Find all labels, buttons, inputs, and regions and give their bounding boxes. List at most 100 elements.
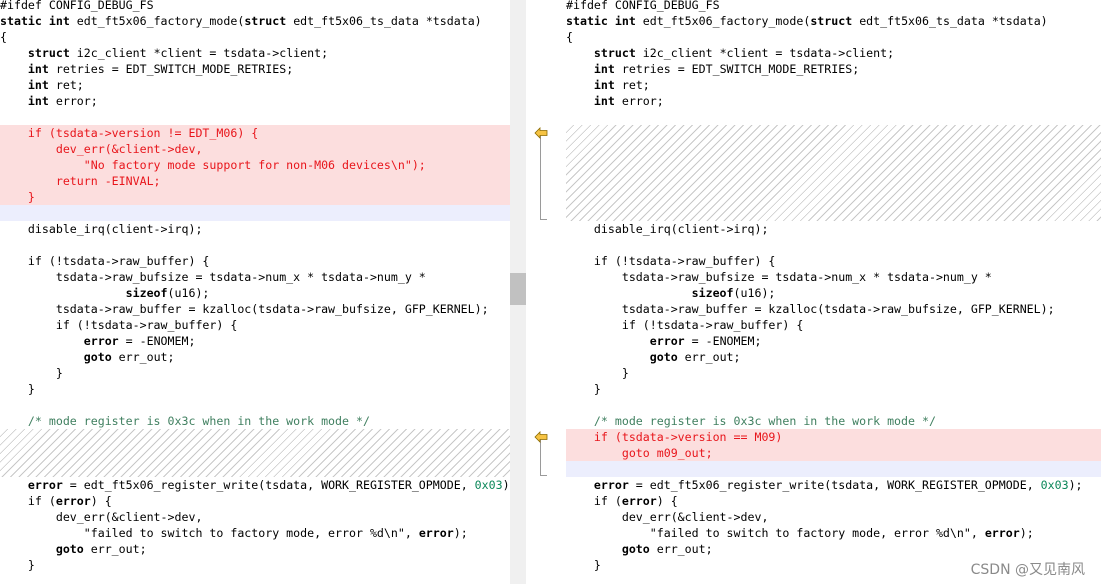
code-token: goto [649, 350, 678, 364]
code-token: } [0, 190, 35, 204]
code-line: struct i2c_client *client = tsdata->clie… [0, 45, 510, 61]
right-code-pane[interactable]: #ifdef CONFIG_DEBUG_FS static int edt_ft5… [566, 0, 1101, 584]
code-token: "failed to switch to factory mode, error… [0, 526, 419, 540]
code-token: sizeof [125, 286, 168, 300]
code-line: "No factory mode support for non-M06 dev… [0, 157, 510, 173]
code-token: int [593, 94, 615, 108]
code-token: static int [566, 14, 636, 28]
code-token: (u16); [733, 286, 776, 300]
code-line: disable_irq(client->irq); [0, 221, 510, 237]
code-token: error [83, 334, 119, 348]
code-token: ret; [48, 78, 84, 92]
code-token: disable_irq(client->irq); [0, 222, 203, 236]
code-line: if (!tsdata->raw_buffer) { [0, 253, 510, 269]
code-token: dev_err(&client->dev, [0, 142, 203, 156]
code-line: error = edt_ft5x06_register_write(tsdata… [0, 477, 510, 493]
code-token: #ifdef CONFIG_DEBUG_FS [566, 0, 720, 12]
code-line: tsdata->raw_bufsize = tsdata->num_x * ts… [566, 269, 1101, 285]
code-token: ) { [656, 494, 678, 508]
arrow-left-icon[interactable] [534, 431, 548, 443]
code-line: goto err_out; [566, 349, 1101, 365]
code-token: tsdata->raw_buffer = kzalloc(tsdata->raw… [566, 302, 1055, 316]
code-line: tsdata->raw_buffer = kzalloc(tsdata->raw… [566, 301, 1101, 317]
code-token: int [593, 62, 615, 76]
code-token: err_out; [111, 350, 175, 364]
code-token: if (tsdata->version == M09) [566, 430, 783, 444]
code-token: error [418, 526, 454, 540]
code-token: "failed to switch to factory mode, error… [566, 526, 985, 540]
code-token: int [593, 78, 615, 92]
code-token: = edt_ft5x06_register_write(tsdata, WORK… [62, 478, 475, 492]
code-token: edt_ft5x06_factory_mode( [69, 14, 245, 28]
code-line: if (!tsdata->raw_buffer) { [566, 317, 1101, 333]
code-token: struct [593, 46, 636, 60]
code-line: goto m09_out; [566, 445, 1101, 461]
scrollbar-thumb[interactable] [510, 273, 526, 305]
left-code-pane[interactable]: #ifdef CONFIG_DEBUG_FS static int edt_ft5… [0, 0, 510, 584]
code-line: error = -ENOMEM; [0, 333, 510, 349]
code-token: error [593, 478, 629, 492]
code-line: tsdata->raw_buffer = kzalloc(tsdata->raw… [0, 301, 510, 317]
code-line: sizeof(u16); [566, 285, 1101, 301]
code-token: /* mode register is 0x3c when in the wor… [0, 414, 370, 428]
code-token: 0x03 [474, 478, 503, 492]
code-line: tsdata->raw_bufsize = tsdata->num_x * ts… [0, 269, 510, 285]
code-line: "failed to switch to factory mode, error… [566, 525, 1101, 541]
code-line: /* mode register is 0x3c when in the wor… [0, 413, 510, 429]
code-line: } [566, 381, 1101, 397]
code-line: { [0, 29, 510, 45]
code-token: int [27, 62, 49, 76]
code-token: } [566, 366, 629, 380]
code-token: int [27, 78, 49, 92]
code-line: } [0, 365, 510, 381]
code-line: } [0, 557, 510, 573]
code-token: error [27, 478, 63, 492]
code-line: int retries = EDT_SWITCH_MODE_RETRIES; [0, 61, 510, 77]
code-line: if (!tsdata->raw_buffer) { [0, 317, 510, 333]
code-token: struct [27, 46, 70, 60]
code-token: #ifdef CONFIG_DEBUG_FS [0, 0, 154, 12]
vertical-scrollbar[interactable] [510, 0, 526, 584]
code-line: goto err_out; [566, 541, 1101, 557]
code-line: static int edt_ft5x06_factory_mode(struc… [566, 13, 1101, 29]
code-line: return -EINVAL; [0, 173, 510, 189]
code-line: goto err_out; [0, 541, 510, 557]
code-line: } [0, 189, 510, 205]
code-token: = -ENOMEM; [118, 334, 196, 348]
code-line: if (tsdata->version == M09) [566, 429, 1101, 445]
code-token: ); [1019, 526, 1034, 540]
code-line: static int edt_ft5x06_factory_mode(struc… [0, 13, 510, 29]
code-line: int error; [0, 93, 510, 109]
arrow-left-icon[interactable] [534, 127, 548, 139]
code-token: error; [614, 94, 664, 108]
code-line: if (error) { [566, 493, 1101, 509]
code-token: tsdata->raw_bufsize = tsdata->num_x * ts… [0, 270, 426, 284]
code-token: error [649, 334, 685, 348]
code-token: int [27, 94, 49, 108]
code-line: int error; [566, 93, 1101, 109]
watermark-text: CSDN @又见南风 [968, 559, 1087, 579]
code-token: dev_err(&client->dev, [566, 510, 769, 524]
code-token: ret; [614, 78, 650, 92]
code-token: retries = EDT_SWITCH_MODE_RETRIES; [614, 62, 860, 76]
code-token: err_out; [677, 350, 741, 364]
code-token: if (!tsdata->raw_buffer) { [0, 254, 210, 268]
code-token: err_out; [649, 542, 713, 556]
code-token: i2c_client *client = tsdata->client; [635, 46, 895, 60]
code-token: i2c_client *client = tsdata->client; [69, 46, 329, 60]
code-token: retries = EDT_SWITCH_MODE_RETRIES; [48, 62, 294, 76]
code-token: if (!tsdata->raw_buffer) { [566, 318, 804, 332]
